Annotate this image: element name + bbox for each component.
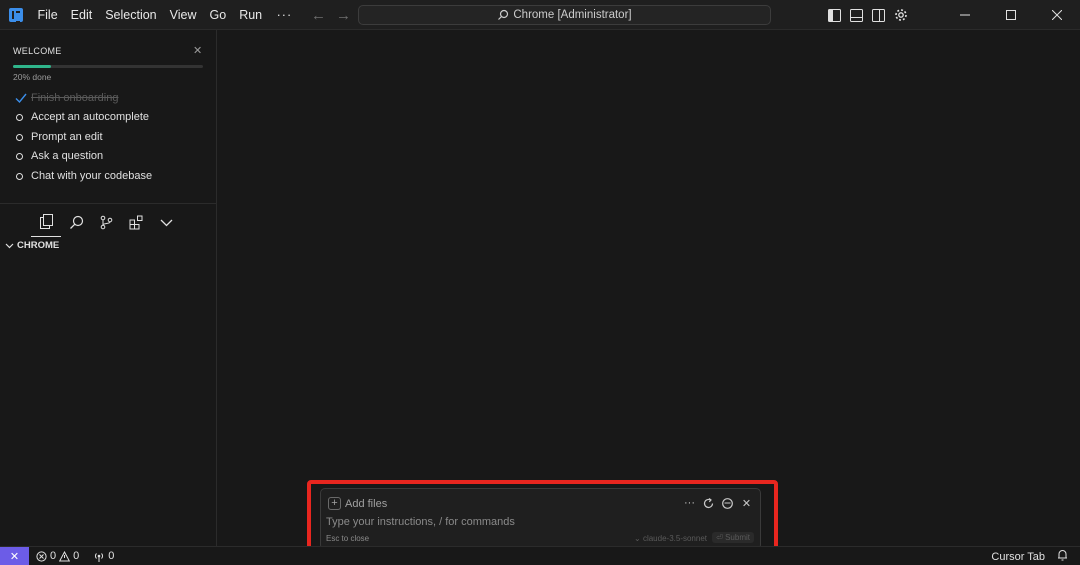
editor-area [218,30,1080,546]
extensions-icon[interactable] [121,207,151,237]
model-name: claude-3.5-sonnet [642,534,707,543]
close-window-button[interactable] [1034,0,1080,30]
emoji-icon[interactable] [722,496,733,510]
task-chat-codebase[interactable]: Chat with your codebase [15,168,152,184]
task-label: Accept an autocomplete [31,111,150,123]
chevron-down-icon[interactable] [151,207,181,237]
activity-bar [0,206,216,238]
forward-arrow-icon[interactable]: → [336,7,351,24]
close-icon[interactable]: ✕ [741,496,752,510]
toggle-panel-icon[interactable] [849,8,864,23]
app-logo-icon [9,7,23,23]
circle-icon [16,172,23,180]
gear-icon[interactable] [893,8,908,23]
circle-icon [16,133,23,141]
circle-icon [16,113,23,121]
ports-indicator[interactable]: 0 [93,550,114,562]
sidebar: WELCOME ✕ 20% done Finish onboarding Acc… [0,30,217,546]
remote-indicator-icon[interactable]: ✕ [0,546,29,565]
folder-name: CHROME [17,240,60,251]
add-files-label: Add files [345,497,388,510]
title-bar: File Edit Selection View Go Run ··· ← → … [0,0,1080,30]
cursor-tab-status[interactable]: Cursor Tab [991,551,1045,563]
command-center-label: Chrome [Administrator] [513,9,632,21]
circle-icon [16,152,23,160]
task-accept-autocomplete[interactable]: Accept an autocomplete [15,109,149,125]
submit-label: Submit [725,533,750,542]
welcome-title: WELCOME [13,46,62,56]
menu-more[interactable]: ··· [269,0,299,30]
menu-view[interactable]: View [163,0,203,30]
welcome-panel: WELCOME ✕ 20% done Finish onboarding Acc… [0,30,216,204]
ports-count: 0 [108,550,115,562]
error-count: 0 [50,550,57,562]
plus-icon: + [328,497,341,510]
task-label: Prompt an edit [31,131,103,143]
task-prompt-edit[interactable]: Prompt an edit [15,129,103,145]
toggle-primary-sidebar-icon[interactable] [827,8,842,23]
task-ask-question[interactable]: Ask a question [15,148,103,164]
problems-indicator[interactable]: 0 0 [36,550,79,562]
error-icon [36,550,47,562]
inline-prompt-box: + Add files ··· ✕ Type your instructions… [320,488,761,550]
source-control-icon[interactable] [91,207,121,237]
explorer-files-icon[interactable] [31,207,61,237]
check-icon [15,93,27,104]
warning-count: 0 [73,550,80,562]
menu-edit[interactable]: Edit [64,0,99,30]
nav-arrows: ← → [311,0,351,30]
menu-selection[interactable]: Selection [99,0,163,30]
explorer-folder-header[interactable]: CHROME [5,240,59,251]
maximize-button[interactable] [988,0,1034,30]
status-bar: ✕ 0 0 0 Cursor Tab [0,546,1080,565]
esc-hint: Esc to close [326,534,370,543]
onboarding-progress-bar [13,65,203,68]
task-label: Ask a question [31,150,104,162]
menu-go[interactable]: Go [203,0,233,30]
command-center[interactable]: Chrome [Administrator] [358,5,771,25]
prompt-input[interactable]: Type your instructions, / for commands [326,516,515,528]
add-files-button[interactable]: + Add files [328,497,387,510]
bell-icon[interactable] [1057,549,1068,564]
task-finish-onboarding[interactable]: Finish onboarding [15,90,118,106]
menu-file[interactable]: File [31,0,64,30]
model-selector[interactable]: ⌄ claude-3.5-sonnet [634,534,707,543]
menu-run[interactable]: Run [233,0,269,30]
close-icon[interactable]: ✕ [193,44,202,57]
submit-button[interactable]: ⏎ Submit [712,532,754,543]
broadcast-icon [95,552,104,562]
progress-fill [13,65,51,68]
more-options-icon[interactable]: ··· [684,496,695,510]
minimize-button[interactable] [942,0,988,30]
warning-icon [59,550,71,561]
history-icon[interactable] [703,496,714,510]
search-icon[interactable] [61,207,91,237]
menu-bar: File Edit Selection View Go Run ··· [31,0,299,30]
progress-text: 20% done [13,72,52,82]
task-label: Chat with your codebase [31,170,153,182]
toggle-secondary-sidebar-icon[interactable] [871,8,886,23]
chevron-down-icon [5,243,14,249]
search-icon [498,9,509,20]
back-arrow-icon[interactable]: ← [311,7,326,24]
task-label: Finish onboarding [31,92,119,104]
